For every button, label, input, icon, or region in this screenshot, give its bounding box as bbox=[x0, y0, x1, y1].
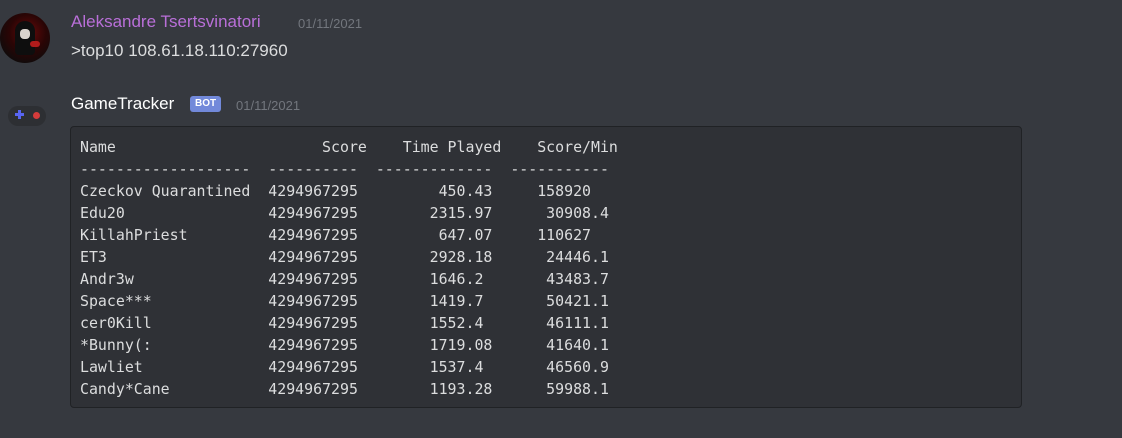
code-row: ET3 4294967295 2928.18 24446.1 bbox=[80, 248, 609, 266]
message-author[interactable]: GameTracker bbox=[71, 94, 174, 114]
bot-avatar[interactable] bbox=[4, 97, 48, 141]
code-row: Edu20 4294967295 2315.97 30908.4 bbox=[80, 204, 609, 222]
code-row: Candy*Cane 4294967295 1193.28 59988.1 bbox=[80, 380, 609, 398]
code-separator: ------------------- ---------- ---------… bbox=[80, 160, 609, 178]
code-row: *Bunny(: 4294967295 1719.08 41640.1 bbox=[80, 336, 609, 354]
code-block-text: Name Score Time Played Score/Min -------… bbox=[71, 127, 1021, 400]
gamepad-icon bbox=[8, 106, 46, 126]
dpad-vertical bbox=[18, 110, 21, 119]
message-timestamp: 01/11/2021 bbox=[298, 16, 363, 31]
message-timestamp: 01/11/2021 bbox=[236, 98, 301, 113]
code-row: Andr3w 4294967295 1646.2 43483.7 bbox=[80, 270, 609, 288]
code-row: Czeckov Quarantined 4294967295 450.43 15… bbox=[80, 182, 592, 200]
code-row: KillahPriest 4294967295 647.07 110627 bbox=[80, 226, 592, 244]
user-avatar[interactable] bbox=[0, 13, 50, 63]
message-content: >top10 108.61.18.110:27960 bbox=[71, 41, 288, 60]
bot-badge: BOT bbox=[190, 96, 222, 112]
code-row: Space*** 4294967295 1419.7 50421.1 bbox=[80, 292, 609, 310]
message-author[interactable]: Aleksandre Tsertsvinatori bbox=[71, 12, 261, 32]
code-header: Name Score Time Played Score/Min bbox=[80, 138, 618, 156]
avatar-face bbox=[20, 29, 30, 39]
gamepad-button bbox=[33, 112, 40, 119]
code-block: Name Score Time Played Score/Min -------… bbox=[70, 126, 1022, 408]
code-row: Lawliet 4294967295 1537.4 46560.9 bbox=[80, 358, 609, 376]
code-row: cer0Kill 4294967295 1552.4 46111.1 bbox=[80, 314, 609, 332]
avatar-accent bbox=[30, 41, 40, 47]
